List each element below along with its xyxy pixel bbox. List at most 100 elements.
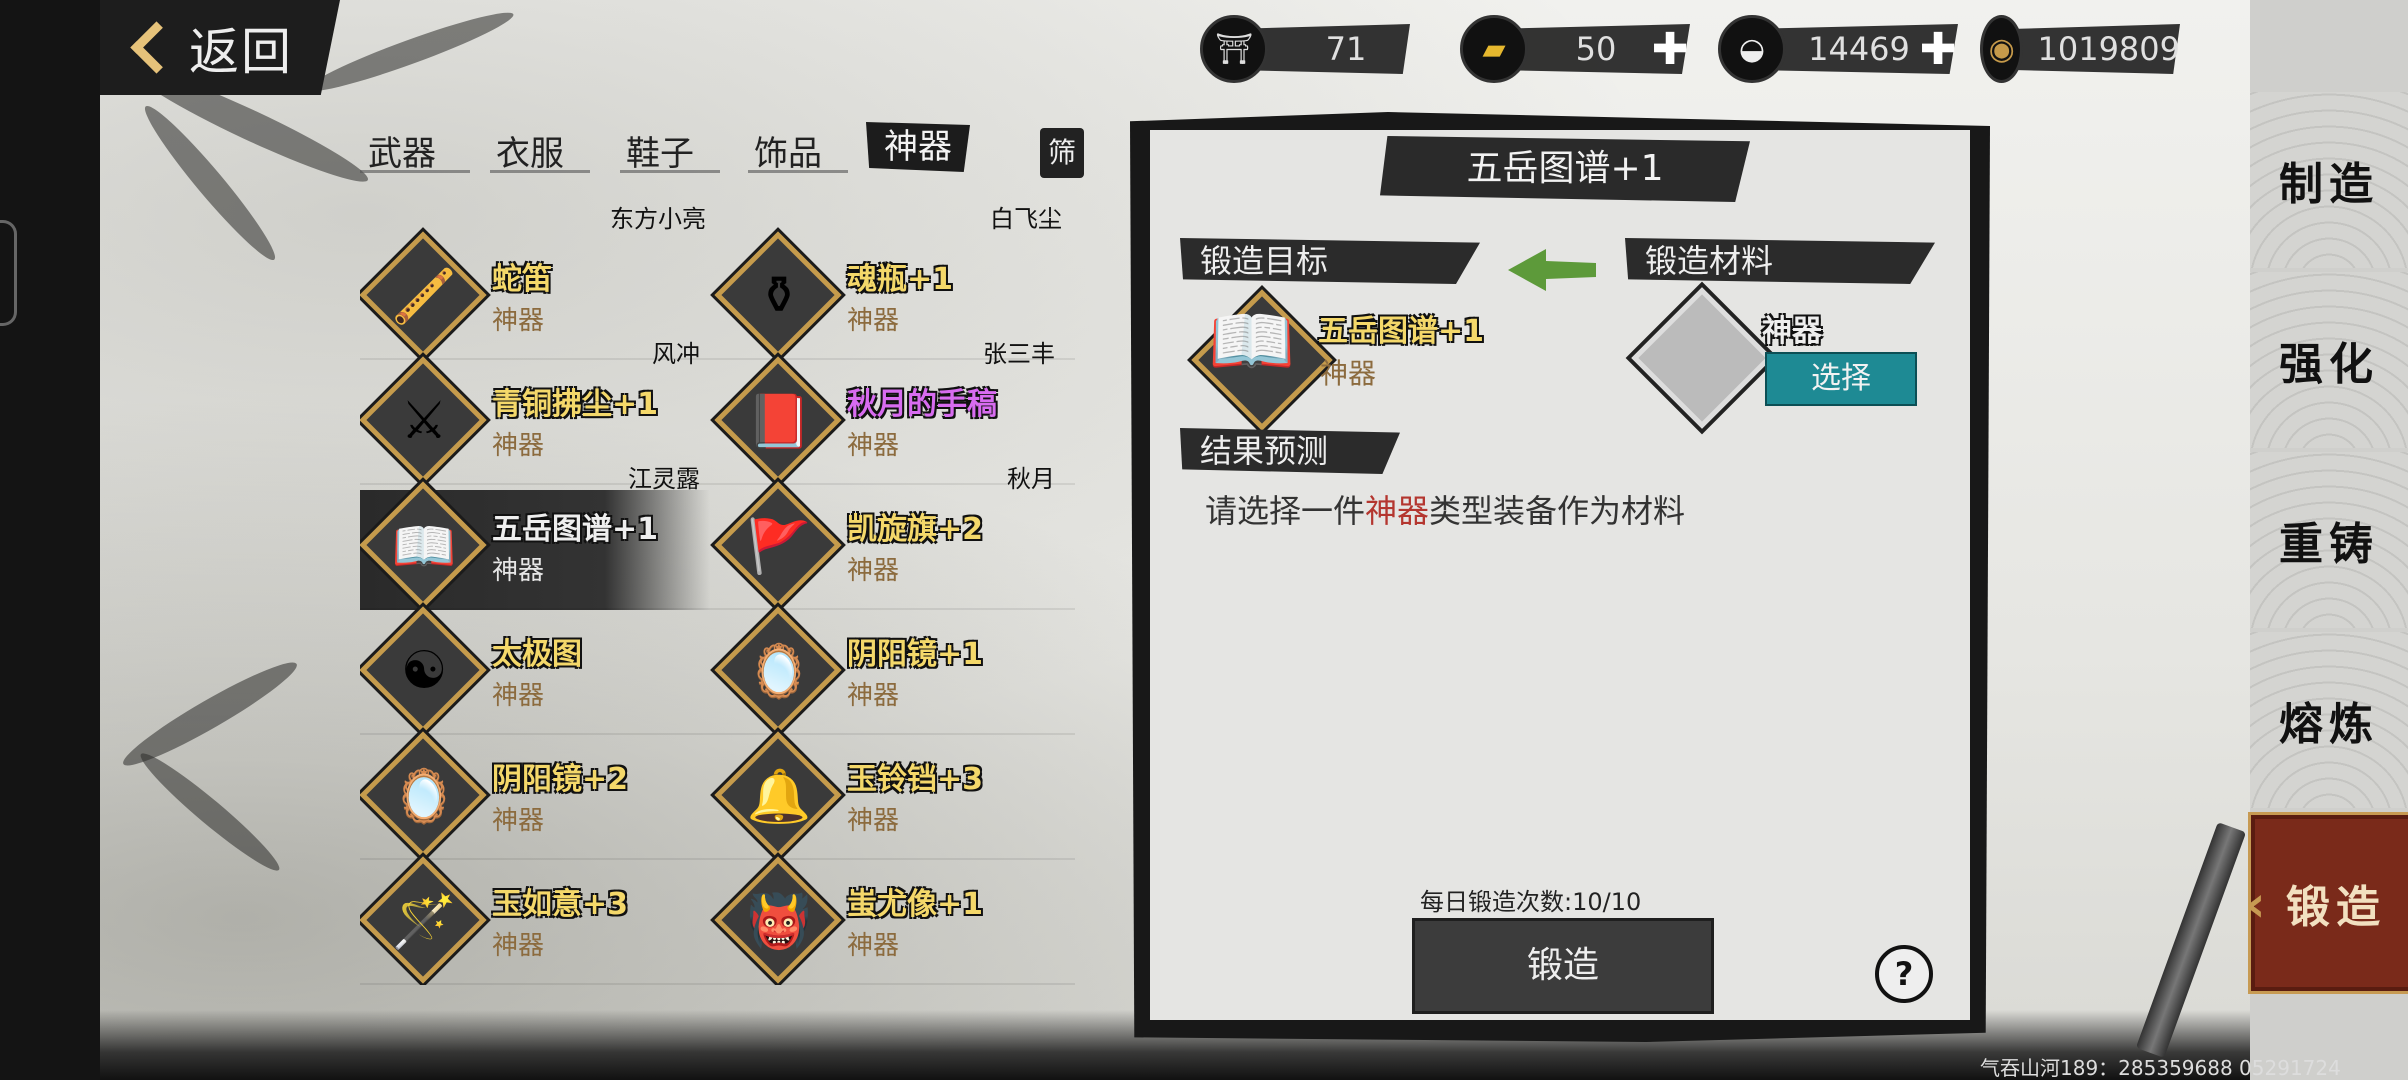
item-card[interactable]: 🪞 阴阳镜+2 神器: [360, 731, 710, 860]
nav-recast[interactable]: 重铸: [2250, 452, 2408, 628]
tab-clothes[interactable]: 衣服: [496, 126, 564, 175]
open-book-icon: 📖: [1208, 300, 1296, 382]
daily-forge-count: 每日锻造次数:10/10: [1420, 888, 1642, 916]
currency-copper: ◉ 1019809: [1980, 15, 2180, 83]
jade-bell-icon: 🔔: [746, 766, 812, 827]
item-type: 神器: [492, 681, 545, 711]
row-divider: [360, 733, 1075, 735]
item-card[interactable]: 🪞 阴阳镜+1 神器: [714, 606, 1065, 735]
tab-underline: [490, 170, 590, 173]
tab-underline: [360, 170, 470, 173]
item-card[interactable]: ☯ 太极图神器: [360, 606, 710, 735]
item-owner: 张三丰: [983, 340, 1055, 368]
item-owner: 秋月: [1007, 465, 1055, 493]
item-name: 阴阳镜+2: [492, 762, 629, 797]
item-card[interactable]: 👹 蚩尤像+1 神器: [714, 856, 1065, 985]
row-divider: [360, 858, 1075, 860]
yinyang-mirror-icon: 🪞: [746, 641, 812, 702]
nav-craft[interactable]: 制造: [2250, 92, 2408, 268]
add-gold-button[interactable]: ✚: [1650, 24, 1690, 75]
item-card[interactable]: 📖 五岳图谱+1 神器: [360, 481, 710, 610]
filter-button[interactable]: 筛: [1040, 128, 1084, 178]
currency-value: 1019809: [2037, 30, 2180, 68]
select-material-button[interactable]: 选择: [1765, 352, 1917, 406]
tab-underline: [620, 170, 720, 173]
nav-enhance[interactable]: 强化: [2250, 272, 2408, 448]
row-divider: [360, 358, 1075, 360]
bamboo-leaf-decor: [133, 744, 287, 880]
back-label: 返回: [189, 22, 293, 81]
nav-smelt[interactable]: 熔炼: [2250, 632, 2408, 808]
manuscript-icon: 📕: [746, 391, 812, 452]
target-name: 五岳图谱+1: [1318, 314, 1485, 349]
item-name: 青铜拂尘+1: [492, 387, 659, 422]
item-name: 阴阳镜+1: [847, 637, 984, 672]
currency-value: 50: [1575, 30, 1617, 68]
target-header: 锻造目标: [1180, 238, 1480, 284]
item-type: 神器: [847, 806, 900, 836]
row-divider: [360, 608, 1075, 610]
item-name: 魂瓶+1: [847, 262, 954, 297]
item-owner: 风冲: [652, 340, 700, 368]
help-button[interactable]: ?: [1875, 945, 1933, 1003]
material-header: 锻造材料: [1625, 238, 1935, 284]
item-name: 玉铃铛+3: [847, 762, 984, 797]
taiji-map-icon: ☯: [400, 641, 448, 701]
snake-flute-icon: 🪈: [391, 266, 457, 327]
item-card[interactable]: ⚔ 青铜拂尘+1 神器江灵露: [360, 356, 710, 493]
item-card[interactable]: 🔔 玉铃铛+3 神器: [714, 731, 1065, 860]
chevron-left-icon: ‹: [2245, 875, 2272, 933]
nav-forge[interactable]: ‹ 锻造: [2245, 812, 2408, 994]
tab-underline: [748, 170, 848, 173]
copper-coin-icon: ◉: [1980, 15, 2024, 83]
item-name: 蚩尤像+1: [847, 887, 984, 922]
back-button[interactable]: 返回: [100, 0, 340, 95]
silver-ingot-icon: ◒: [1718, 15, 1786, 83]
yinyang-mirror-icon: 🪞: [391, 766, 457, 827]
tab-weapon[interactable]: 武器: [368, 126, 436, 175]
material-name: 神器: [1762, 314, 1822, 349]
item-type: 神器: [847, 431, 900, 461]
item-type: 神器: [492, 431, 545, 461]
currency-value: 14469: [1808, 30, 1910, 68]
jade-ruyi-icon: 🪄: [391, 891, 457, 952]
item-card[interactable]: 🪄 玉如意+3 神器: [360, 856, 710, 985]
item-type: 神器: [847, 556, 900, 586]
arrow-left-icon: [1508, 249, 1596, 291]
target-type: 神器: [1320, 357, 1377, 390]
tab-artifact[interactable]: 神器: [866, 122, 970, 172]
forge-button[interactable]: 锻造: [1412, 918, 1714, 1014]
watermark: 气吞山河189：285359688 05291724: [1980, 1056, 2341, 1080]
bronze-whisk-icon: ⚔: [400, 391, 448, 451]
item-owner: 白飞尘: [990, 205, 1062, 233]
hint-text: 类型装备作为材料: [1429, 492, 1686, 530]
camera-notch: [0, 220, 17, 326]
item-name: 秋月的手稿: [847, 387, 997, 422]
item-name: 蛇笛: [492, 262, 552, 297]
item-card[interactable]: ⚱ 魂瓶+1 神器 张三丰: [714, 231, 1065, 368]
item-owner: 东方小亮: [610, 205, 706, 233]
gold-bar-icon: ▰: [1460, 15, 1528, 83]
cauldron-icon: ⛩: [1200, 15, 1268, 83]
item-name: 太极图: [492, 637, 582, 672]
item-name: 凯旋旗+2: [847, 512, 984, 547]
forge-title: 五岳图谱+1: [1380, 136, 1750, 202]
item-owner: 江灵露: [628, 465, 700, 493]
item-type: 神器: [492, 806, 545, 836]
currency-value: 71: [1325, 30, 1367, 68]
tab-accessory[interactable]: 饰品: [754, 126, 822, 175]
nav-forge-label: 锻造: [2286, 882, 2386, 933]
item-type: 神器: [492, 931, 545, 961]
tab-shoes[interactable]: 鞋子: [626, 126, 694, 175]
item-card[interactable]: 🪈 蛇笛神器风冲: [360, 231, 710, 368]
currency-silver: ◒ 14469 ✚: [1718, 15, 1958, 83]
item-type: 神器: [847, 681, 900, 711]
item-card[interactable]: 📕 秋月的手稿神器秋月: [714, 356, 1065, 493]
item-card[interactable]: 🚩 凯旋旗+2 神器: [714, 481, 1065, 610]
triumph-flag-icon: 🚩: [746, 516, 812, 577]
chevron-left-icon: [130, 21, 183, 74]
item-grid[interactable]: 东方小亮 白飞尘 🪈 蛇笛 神器 风冲 ⚱ 魂瓶+1 神器 张三丰 ⚔ 青铜拂尘+1 神器 江灵露 📕 秋…: [360, 195, 1075, 985]
item-type: 神器: [492, 306, 545, 336]
add-silver-button[interactable]: ✚: [1918, 24, 1958, 75]
chiyou-statue-icon: 👹: [746, 891, 812, 952]
